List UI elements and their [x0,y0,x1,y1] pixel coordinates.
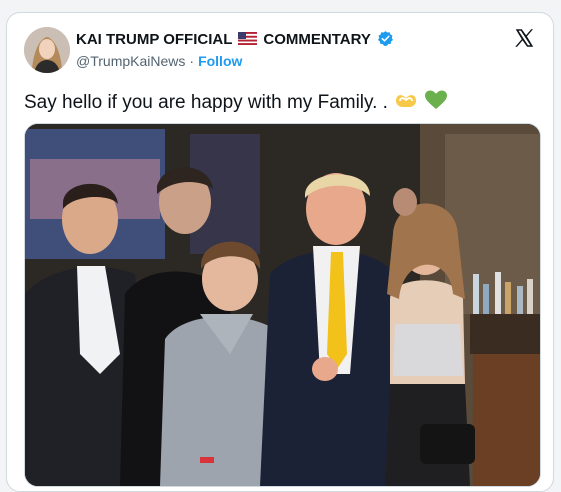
tweet-text: Say hello if you are happy with my Famil… [24,92,388,113]
handle[interactable]: @TrumpKaiNews [76,53,185,69]
tweet-text-row: Say hello if you are happy with my Famil… [24,89,448,117]
follow-button[interactable]: Follow [198,53,242,69]
avatar[interactable] [24,27,70,73]
display-name-suffix[interactable]: COMMENTARY [263,31,371,48]
separator-dot: · [189,53,195,69]
us-flag-icon [238,30,258,48]
green-heart-emoji [424,89,448,117]
post-photo[interactable] [24,123,541,487]
tweet-card: KAI TRUMP OFFICIAL COMMENTARY @TrumpKaiN… [6,12,554,492]
heart-hands-emoji [394,89,418,117]
verified-badge-icon [377,30,394,48]
author-name-row[interactable]: KAI TRUMP OFFICIAL COMMENTARY [76,30,394,48]
display-name[interactable]: KAI TRUMP OFFICIAL [76,31,232,48]
handle-row: @TrumpKaiNews · Follow [76,53,242,69]
x-logo-icon[interactable] [513,27,535,49]
